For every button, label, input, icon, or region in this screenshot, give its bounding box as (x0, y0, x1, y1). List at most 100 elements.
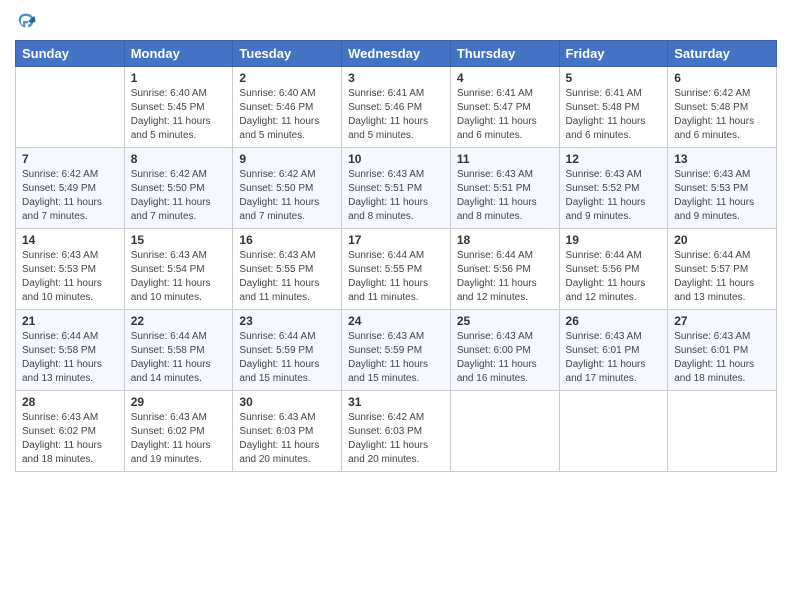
day-info: Sunrise: 6:43 AM Sunset: 5:53 PM Dayligh… (674, 168, 770, 224)
page: SundayMondayTuesdayWednesdayThursdayFrid… (0, 0, 792, 612)
day-info: Sunrise: 6:43 AM Sunset: 6:02 PM Dayligh… (131, 411, 227, 467)
day-number: 20 (674, 233, 770, 247)
calendar-day-cell: 13Sunrise: 6:43 AM Sunset: 5:53 PM Dayli… (668, 148, 777, 229)
day-info: Sunrise: 6:43 AM Sunset: 5:52 PM Dayligh… (566, 168, 662, 224)
calendar-week-row: 1 Sunrise: 6:40 AM Sunset: 5:45 PM Daylig… (16, 67, 777, 148)
calendar-day-cell: 16Sunrise: 6:43 AM Sunset: 5:55 PM Dayli… (233, 229, 342, 310)
calendar-week-row: 28 Sunrise: 6:43 AM Sunset: 6:02 PM Dayli… (16, 391, 777, 472)
calendar-day-cell: 20 Sunrise: 6:44 AM Sunset: 5:57 PM Dayli… (668, 229, 777, 310)
calendar-day-cell: 10 Sunrise: 6:43 AM Sunset: 5:51 PM Dayli… (342, 148, 451, 229)
calendar-day-cell: 23Sunrise: 6:44 AM Sunset: 5:59 PM Dayli… (233, 310, 342, 391)
calendar-week-row: 21 Sunrise: 6:44 AM Sunset: 5:58 PM Dayli… (16, 310, 777, 391)
day-number: 15 (131, 233, 227, 247)
day-number: 29 (131, 395, 227, 409)
day-info: Sunrise: 6:41 AM Sunset: 5:47 PM Dayligh… (457, 87, 553, 143)
calendar-day-cell: 1 Sunrise: 6:40 AM Sunset: 5:45 PM Daylig… (124, 67, 233, 148)
header (15, 10, 777, 32)
calendar-day-cell: 7 Sunrise: 6:42 AM Sunset: 5:49 PM Daylig… (16, 148, 125, 229)
day-number: 2 (239, 71, 335, 85)
day-info: Sunrise: 6:44 AM Sunset: 5:58 PM Dayligh… (131, 330, 227, 386)
day-number: 24 (348, 314, 444, 328)
day-info: Sunrise: 6:41 AM Sunset: 5:48 PM Dayligh… (566, 87, 662, 143)
day-info: Sunrise: 6:42 AM Sunset: 5:50 PM Dayligh… (131, 168, 227, 224)
day-number: 31 (348, 395, 444, 409)
calendar-day-cell: 26 Sunrise: 6:43 AM Sunset: 6:01 PM Dayli… (559, 310, 668, 391)
day-info: Sunrise: 6:43 AM Sunset: 5:51 PM Dayligh… (348, 168, 444, 224)
calendar-day-cell: 5Sunrise: 6:41 AM Sunset: 5:48 PM Daylig… (559, 67, 668, 148)
logo (15, 10, 39, 32)
calendar-day-cell (16, 67, 125, 148)
calendar-day-cell: 11 Sunrise: 6:43 AM Sunset: 5:51 PM Dayli… (450, 148, 559, 229)
calendar-day-cell: 21 Sunrise: 6:44 AM Sunset: 5:58 PM Dayli… (16, 310, 125, 391)
day-number: 14 (22, 233, 118, 247)
day-info: Sunrise: 6:44 AM Sunset: 5:57 PM Dayligh… (674, 249, 770, 305)
calendar-day-cell: 19 Sunrise: 6:44 AM Sunset: 5:56 PM Dayli… (559, 229, 668, 310)
day-number: 11 (457, 152, 553, 166)
weekday-header-cell: Monday (124, 41, 233, 67)
day-number: 7 (22, 152, 118, 166)
calendar-day-cell: 22 Sunrise: 6:44 AM Sunset: 5:58 PM Dayli… (124, 310, 233, 391)
day-number: 9 (239, 152, 335, 166)
day-number: 30 (239, 395, 335, 409)
day-info: Sunrise: 6:43 AM Sunset: 5:54 PM Dayligh… (131, 249, 227, 305)
day-number: 21 (22, 314, 118, 328)
calendar-week-row: 7 Sunrise: 6:42 AM Sunset: 5:49 PM Daylig… (16, 148, 777, 229)
day-number: 22 (131, 314, 227, 328)
calendar-day-cell (559, 391, 668, 472)
calendar-day-cell: 27Sunrise: 6:43 AM Sunset: 6:01 PM Dayli… (668, 310, 777, 391)
day-info: Sunrise: 6:43 AM Sunset: 5:59 PM Dayligh… (348, 330, 444, 386)
weekday-header-cell: Saturday (668, 41, 777, 67)
calendar-day-cell: 24 Sunrise: 6:43 AM Sunset: 5:59 PM Dayli… (342, 310, 451, 391)
day-number: 10 (348, 152, 444, 166)
day-info: Sunrise: 6:42 AM Sunset: 5:49 PM Dayligh… (22, 168, 118, 224)
day-number: 26 (566, 314, 662, 328)
calendar-day-cell: 2 Sunrise: 6:40 AM Sunset: 5:46 PM Daylig… (233, 67, 342, 148)
day-number: 8 (131, 152, 227, 166)
calendar-body: 1 Sunrise: 6:40 AM Sunset: 5:45 PM Daylig… (16, 67, 777, 472)
day-info: Sunrise: 6:42 AM Sunset: 5:50 PM Dayligh… (239, 168, 335, 224)
day-info: Sunrise: 6:44 AM Sunset: 5:59 PM Dayligh… (239, 330, 335, 386)
calendar-day-cell: 3 Sunrise: 6:41 AM Sunset: 5:46 PM Daylig… (342, 67, 451, 148)
weekday-header-cell: Tuesday (233, 41, 342, 67)
day-info: Sunrise: 6:43 AM Sunset: 6:01 PM Dayligh… (566, 330, 662, 386)
day-number: 3 (348, 71, 444, 85)
weekday-header-cell: Wednesday (342, 41, 451, 67)
calendar-day-cell: 17 Sunrise: 6:44 AM Sunset: 5:55 PM Dayli… (342, 229, 451, 310)
calendar-day-cell: 28 Sunrise: 6:43 AM Sunset: 6:02 PM Dayli… (16, 391, 125, 472)
calendar-day-cell: 25Sunrise: 6:43 AM Sunset: 6:00 PM Dayli… (450, 310, 559, 391)
calendar-day-cell: 18 Sunrise: 6:44 AM Sunset: 5:56 PM Dayli… (450, 229, 559, 310)
day-number: 17 (348, 233, 444, 247)
day-info: Sunrise: 6:43 AM Sunset: 6:02 PM Dayligh… (22, 411, 118, 467)
day-number: 19 (566, 233, 662, 247)
day-info: Sunrise: 6:43 AM Sunset: 6:00 PM Dayligh… (457, 330, 553, 386)
day-info: Sunrise: 6:40 AM Sunset: 5:46 PM Dayligh… (239, 87, 335, 143)
day-number: 18 (457, 233, 553, 247)
day-info: Sunrise: 6:43 AM Sunset: 6:03 PM Dayligh… (239, 411, 335, 467)
weekday-header-cell: Thursday (450, 41, 559, 67)
day-number: 12 (566, 152, 662, 166)
calendar-day-cell: 9 Sunrise: 6:42 AM Sunset: 5:50 PM Daylig… (233, 148, 342, 229)
logo-icon (15, 10, 37, 32)
calendar-day-cell: 29 Sunrise: 6:43 AM Sunset: 6:02 PM Dayli… (124, 391, 233, 472)
day-info: Sunrise: 6:43 AM Sunset: 5:51 PM Dayligh… (457, 168, 553, 224)
calendar-day-cell: 4 Sunrise: 6:41 AM Sunset: 5:47 PM Daylig… (450, 67, 559, 148)
day-number: 28 (22, 395, 118, 409)
day-info: Sunrise: 6:41 AM Sunset: 5:46 PM Dayligh… (348, 87, 444, 143)
day-number: 1 (131, 71, 227, 85)
calendar-day-cell: 12 Sunrise: 6:43 AM Sunset: 5:52 PM Dayli… (559, 148, 668, 229)
day-info: Sunrise: 6:42 AM Sunset: 6:03 PM Dayligh… (348, 411, 444, 467)
calendar-day-cell: 14 Sunrise: 6:43 AM Sunset: 5:53 PM Dayli… (16, 229, 125, 310)
day-info: Sunrise: 6:42 AM Sunset: 5:48 PM Dayligh… (674, 87, 770, 143)
day-info: Sunrise: 6:44 AM Sunset: 5:55 PM Dayligh… (348, 249, 444, 305)
calendar-day-cell: 15 Sunrise: 6:43 AM Sunset: 5:54 PM Dayli… (124, 229, 233, 310)
day-info: Sunrise: 6:44 AM Sunset: 5:56 PM Dayligh… (566, 249, 662, 305)
day-info: Sunrise: 6:43 AM Sunset: 5:53 PM Dayligh… (22, 249, 118, 305)
day-number: 27 (674, 314, 770, 328)
day-number: 16 (239, 233, 335, 247)
calendar-day-cell: 6Sunrise: 6:42 AM Sunset: 5:48 PM Daylig… (668, 67, 777, 148)
calendar-day-cell (668, 391, 777, 472)
day-info: Sunrise: 6:44 AM Sunset: 5:58 PM Dayligh… (22, 330, 118, 386)
day-info: Sunrise: 6:40 AM Sunset: 5:45 PM Dayligh… (131, 87, 227, 143)
day-info: Sunrise: 6:44 AM Sunset: 5:56 PM Dayligh… (457, 249, 553, 305)
day-number: 4 (457, 71, 553, 85)
